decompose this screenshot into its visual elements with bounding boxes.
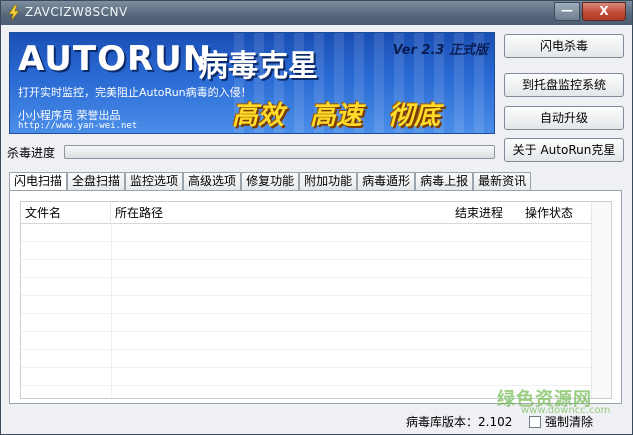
virus-db-version: 病毒库版本：2.102 xyxy=(406,415,513,429)
main-window: ZAVCIZW8SCNV — X AUTORUN 病毒克星 Ver 2.3 正式… xyxy=(0,0,633,435)
banner: AUTORUN 病毒克星 Ver 2.3 正式版 打开实时监控，完美阻止Auto… xyxy=(9,32,495,134)
close-button[interactable]: X xyxy=(582,2,626,21)
tab-3[interactable]: 监控选项 xyxy=(125,172,184,191)
column-divider xyxy=(111,224,112,398)
column-end-process[interactable]: 结束进程 xyxy=(451,202,521,224)
title-bar[interactable]: ZAVCIZW8SCNV — X xyxy=(1,1,632,25)
tab-4[interactable]: 高级选项 xyxy=(183,172,242,191)
version-label: Ver 2.3 正式版 xyxy=(392,43,488,58)
scan-progress-bar xyxy=(64,145,495,159)
website-url: http://www.yan-wei.net xyxy=(18,121,138,131)
tab-8[interactable]: 病毒上报 xyxy=(415,172,474,191)
column-filename[interactable]: 文件名 xyxy=(21,202,111,224)
auto-update-button[interactable]: 自动升级 xyxy=(504,106,624,130)
window-title: ZAVCIZW8SCNV xyxy=(25,5,128,19)
tab-2[interactable]: 全盘扫描 xyxy=(67,172,126,191)
force-clean-checkbox[interactable] xyxy=(529,415,541,428)
tab-7[interactable]: 病毒遁形 xyxy=(357,172,416,191)
tab-5[interactable]: 修复功能 xyxy=(241,172,300,191)
feature-efficient: 高效 xyxy=(232,101,285,131)
list-scroll-area[interactable] xyxy=(591,202,611,398)
feature-list: 高效 高速 彻底 xyxy=(232,95,440,132)
tab-9[interactable]: 最新资讯 xyxy=(473,172,532,191)
tray-monitor-button[interactable]: 到托盘监控系统 xyxy=(504,73,624,97)
feature-thorough: 彻底 xyxy=(388,101,441,131)
watermark-url: www.downcc.com xyxy=(521,405,611,416)
lightning-icon xyxy=(8,5,20,21)
about-button[interactable]: 关于 AutoRun克星 xyxy=(504,138,624,162)
tab-6[interactable]: 附加功能 xyxy=(299,172,358,191)
feature-fast: 高速 xyxy=(310,101,363,131)
tab-panel: 文件名 所在路径 结束进程 操作状态 xyxy=(9,190,622,404)
flash-kill-button[interactable]: 闪电杀毒 xyxy=(504,34,624,58)
column-path[interactable]: 所在路径 xyxy=(111,202,451,224)
scan-results-list[interactable]: 文件名 所在路径 结束进程 操作状态 xyxy=(20,201,612,399)
logo-text: AUTORUN xyxy=(18,39,213,79)
list-rows xyxy=(21,224,611,398)
progress-label: 杀毒进度 xyxy=(7,146,56,160)
tab-1[interactable]: 闪电扫描 xyxy=(9,172,68,192)
minimize-button[interactable]: — xyxy=(554,2,580,21)
logo-cn: 病毒克星 xyxy=(198,49,318,84)
slogan: 打开实时监控，完美阻止AutoRun病毒的入侵！ xyxy=(18,86,252,99)
column-status[interactable]: 操作状态 xyxy=(521,202,591,224)
list-header: 文件名 所在路径 结束进程 操作状态 xyxy=(21,202,611,224)
tab-bar: 闪电扫描 全盘扫描 监控选项 高级选项 修复功能 附加功能 病毒遁形 病毒上报 最新资讯 xyxy=(9,172,532,192)
